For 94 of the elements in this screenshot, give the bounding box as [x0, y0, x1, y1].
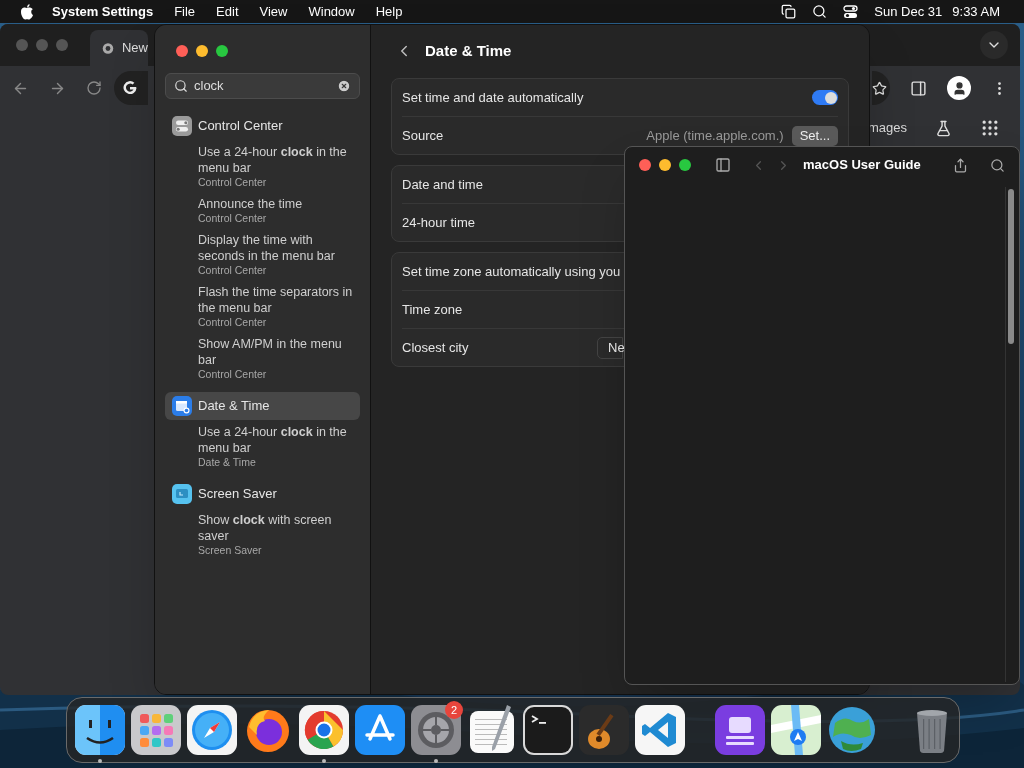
menu-item[interactable]: Help [375, 1, 403, 22]
menu-item[interactable]: View [259, 1, 288, 22]
sidebar-icon[interactable] [715, 157, 731, 173]
notification-badge: 2 [445, 701, 463, 719]
close-button[interactable] [176, 45, 188, 57]
notepad-pen-icon [467, 705, 517, 755]
scrollbar[interactable] [1005, 187, 1015, 682]
result-text: Display the time with seconds in the menu bar [198, 232, 336, 264]
ribbon-icon [635, 705, 685, 755]
result-text: Use a 24-hour clock in the menu bar [198, 144, 348, 176]
menu-bar-time[interactable]: 9:33 AM [952, 1, 1000, 22]
sidebar-item[interactable]: Screen Saver [165, 480, 360, 508]
city-popup-button[interactable]: Ne [597, 336, 623, 359]
side-panel-icon[interactable] [910, 79, 927, 97]
result-text: Use a 24-hour clock in the menu bar [198, 424, 348, 456]
result-section: Control Center [198, 212, 356, 225]
setting-label: Time zone [402, 300, 463, 319]
result-section: Control Center [198, 176, 356, 189]
tab-list-button[interactable] [980, 31, 1008, 59]
setting-label: Set time zone automatically using you [402, 262, 621, 281]
toggle-switch[interactable] [812, 90, 838, 105]
menu-bar-date[interactable]: Sun Dec 31 [874, 1, 943, 22]
screen-mirroring-icon[interactable] [781, 4, 797, 19]
address-bar[interactable] [114, 71, 148, 105]
search-result[interactable]: Show AM/PM in the menu bar Control Center [198, 336, 356, 381]
stacked-drive-icon [715, 705, 765, 755]
search-icon[interactable] [812, 4, 828, 19]
bookmark-star-button[interactable] [872, 71, 890, 105]
search-result[interactable]: Use a 24-hour clock in the menu bar Date & Time [198, 424, 356, 469]
result-text: Flash the time separators in the menu bar [198, 284, 354, 316]
letter-a-icon [355, 705, 405, 755]
source-value: Apple (time.apple.com.) [646, 126, 784, 145]
search-result[interactable]: Announce the time Control Center [198, 196, 356, 225]
minimize-button[interactable] [659, 159, 671, 171]
face-icon [75, 705, 125, 755]
share-icon[interactable] [953, 157, 968, 173]
result-section: Screen Saver [198, 544, 356, 557]
apple-logo-icon[interactable] [20, 3, 34, 20]
result-section: Control Center [198, 368, 356, 381]
sidebar-item[interactable]: Control Center [165, 112, 360, 140]
search-value: clock [194, 77, 225, 96]
search-icon [174, 79, 188, 93]
window-title: macOS User Guide [803, 156, 921, 175]
star-icon [872, 80, 887, 96]
profile-avatar[interactable] [947, 76, 971, 100]
zoom-button[interactable] [679, 159, 691, 171]
dock-app[interactable]: 2 [411, 705, 461, 765]
setting-label: Set time and date automatically [402, 88, 584, 107]
search-result[interactable]: Flash the time separators in the menu bar Control Center [198, 284, 356, 329]
search-result[interactable]: Use a 24-hour clock in the menu bar Control Center [198, 144, 356, 189]
setting-label: Closest city [402, 338, 469, 357]
setting-label: 24-hour time [402, 213, 475, 232]
menu-item[interactable]: Window [308, 1, 355, 22]
minimize-button[interactable] [196, 45, 208, 57]
map-icon [771, 705, 821, 755]
control-center-icon[interactable] [843, 4, 859, 19]
browser-tab[interactable]: New [90, 30, 148, 66]
clear-icon[interactable] [337, 79, 351, 93]
flask-icon[interactable] [935, 119, 952, 137]
grid-icon [131, 705, 181, 755]
result-text: Show AM/PM in the menu bar [198, 336, 343, 368]
close-button[interactable] [639, 159, 651, 171]
calendar-icon [172, 396, 192, 416]
set-button[interactable]: Set... [791, 125, 838, 146]
person-icon [951, 80, 967, 96]
dock-app[interactable] [75, 705, 125, 765]
result-section: Control Center [198, 316, 356, 329]
screen-icon [172, 484, 192, 504]
reload-icon[interactable] [86, 80, 102, 96]
compass-icon [187, 705, 237, 755]
page-title: Date & Time [425, 40, 512, 61]
zoom-button[interactable] [216, 45, 228, 57]
dock-app[interactable] [299, 705, 349, 765]
search-icon[interactable] [990, 157, 1005, 173]
result-text: Show clock with screen saver [198, 512, 333, 544]
menu-item[interactable]: Edit [216, 1, 239, 22]
guitar-icon [579, 705, 629, 755]
menu-item[interactable]: File [174, 1, 196, 22]
sidebar-item[interactable]: Date & Time [165, 392, 360, 420]
toggles-icon [172, 116, 192, 136]
search-result[interactable]: Show clock with screen saver Screen Saver [198, 512, 356, 557]
result-text: Announce the time [198, 196, 304, 212]
setting-label: Date and time [402, 175, 483, 194]
search-result[interactable]: Display the time with seconds in the menu bar Control Center [198, 232, 356, 277]
result-section: Control Center [198, 264, 356, 277]
apps-grid-icon[interactable] [980, 118, 1000, 138]
app-menu[interactable]: System Settings [52, 1, 154, 22]
setting-label: Source [402, 126, 444, 145]
search-field[interactable]: clock [165, 73, 360, 99]
chrome-logo-icon [102, 40, 114, 56]
result-section: Date & Time [198, 456, 356, 469]
gear-icon [411, 705, 461, 755]
globe-icon [827, 705, 877, 755]
terminal-icon [523, 705, 573, 755]
